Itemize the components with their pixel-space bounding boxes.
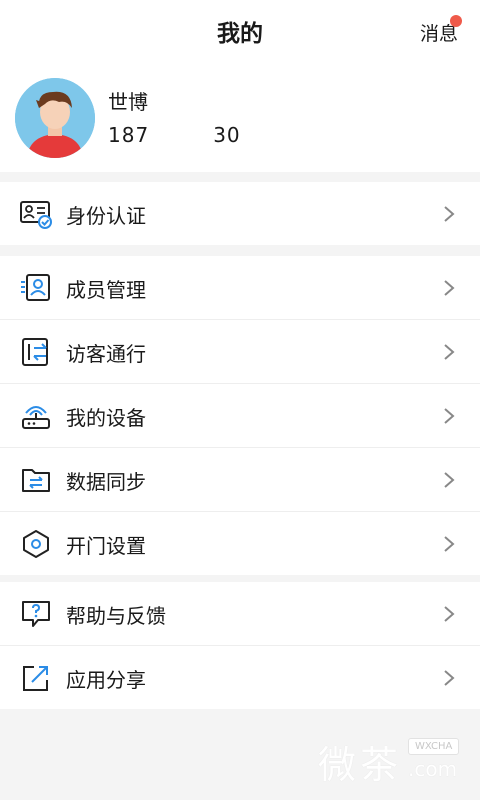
chevron-right-icon (444, 206, 455, 222)
menu-group-support: 帮助与反馈 应用分享 (0, 582, 480, 709)
menu-item-label: 身份认证 (66, 204, 146, 228)
chevron-right-icon (444, 408, 455, 424)
help-icon (22, 601, 50, 627)
user-phone: 187 30 (108, 123, 241, 147)
phone-suffix: 30 (213, 123, 241, 147)
top-bar: 我的 消息 (0, 0, 480, 64)
chevron-right-icon (444, 536, 455, 552)
watermark-badge: WXCHA (408, 738, 460, 755)
menu-item-label: 数据同步 (66, 470, 146, 494)
chevron-right-icon (444, 344, 455, 360)
menu-item-sync[interactable]: 数据同步 (0, 448, 480, 512)
menu-item-identity[interactable]: 身份认证 (0, 182, 480, 245)
share-icon (23, 666, 48, 691)
watermark-domain: .com (408, 757, 458, 781)
menu-item-label: 访客通行 (66, 342, 146, 366)
menu-item-label: 成员管理 (66, 278, 146, 302)
avatar[interactable] (15, 78, 95, 158)
menu-item-visitor[interactable]: 访客通行 (0, 320, 480, 384)
message-badge-dot (450, 15, 462, 27)
menu-item-label: 帮助与反馈 (66, 604, 166, 628)
watermark-text: 微茶 (318, 743, 403, 787)
menu-item-label: 应用分享 (66, 668, 146, 692)
user-name: 世博 (108, 90, 148, 114)
menu-item-share[interactable]: 应用分享 (0, 646, 480, 709)
menu-item-members[interactable]: 成员管理 (0, 256, 480, 320)
id-card-icon (20, 201, 52, 229)
member-icon (21, 274, 50, 301)
avatar-illustration-icon (15, 78, 95, 158)
menu-item-door-settings[interactable]: 开门设置 (0, 512, 480, 575)
page-title: 我的 (217, 21, 263, 47)
menu-group-main: 成员管理 访客通行 我的设备 数据同步 开门设置 (0, 256, 480, 575)
chevron-right-icon (444, 472, 455, 488)
menu-item-devices[interactable]: 我的设备 (0, 384, 480, 448)
visitor-icon (22, 338, 48, 366)
phone-prefix: 187 (108, 123, 150, 147)
chevron-right-icon (444, 606, 455, 622)
menu-item-help[interactable]: 帮助与反馈 (0, 582, 480, 646)
menu-group-identity: 身份认证 (0, 182, 480, 245)
hexagon-settings-icon (23, 530, 49, 558)
menu-item-label: 我的设备 (66, 406, 146, 430)
chevron-right-icon (444, 670, 455, 686)
chevron-right-icon (444, 280, 455, 296)
device-icon (22, 406, 50, 429)
menu-item-label: 开门设置 (66, 534, 146, 558)
profile-card[interactable]: 世博 187 30 (0, 64, 480, 172)
sync-folder-icon (22, 469, 50, 492)
